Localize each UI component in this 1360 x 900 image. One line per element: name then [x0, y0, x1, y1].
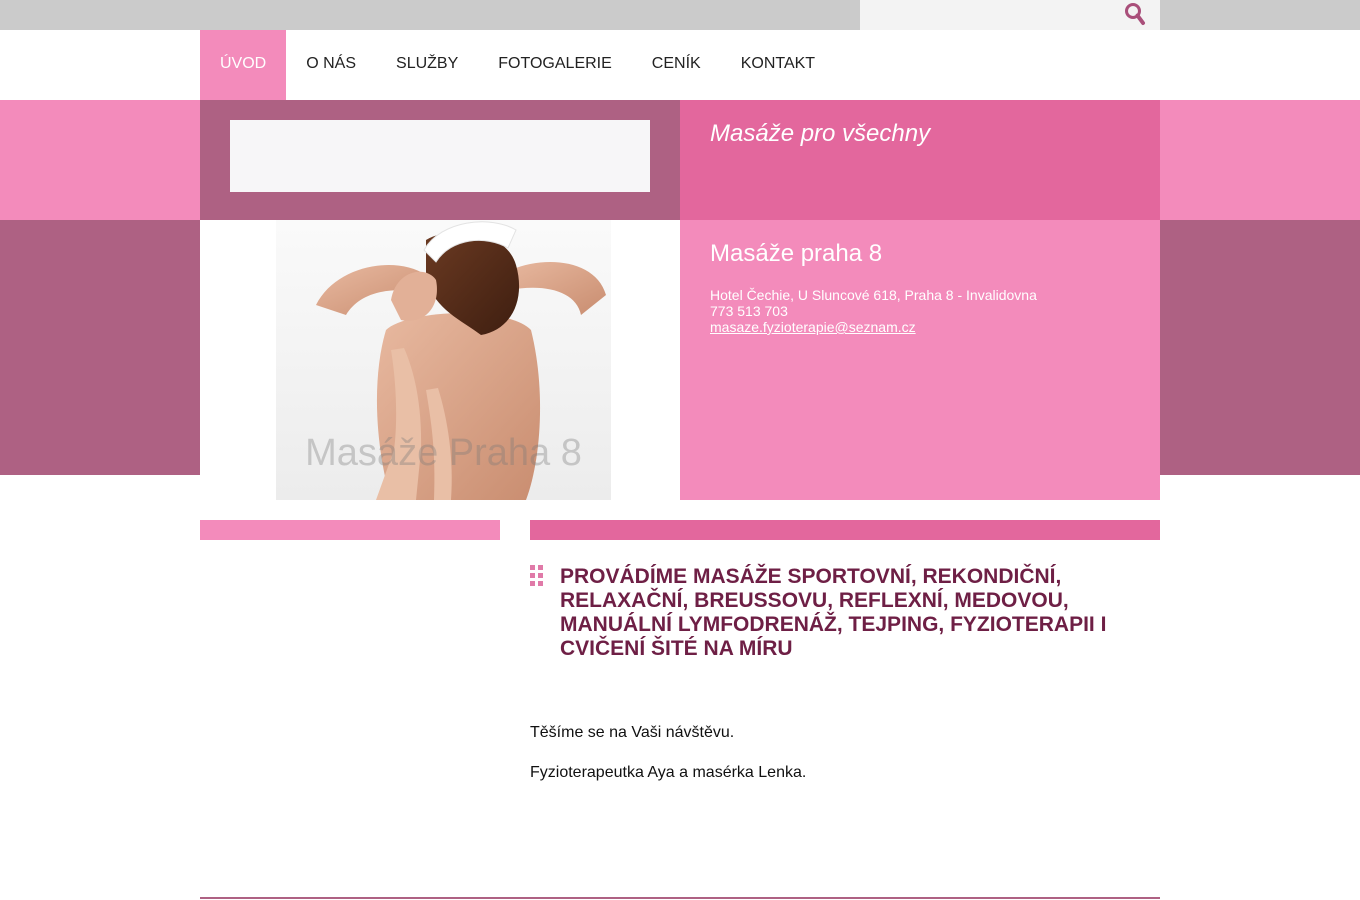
- search-icon: [1125, 3, 1145, 25]
- dots-grid-icon: [530, 565, 544, 587]
- sidebar-bar: [200, 520, 500, 540]
- nav-item-kontakt[interactable]: KONTAKT: [721, 30, 835, 100]
- page: ÚVOD O NÁS SLUŽBY FOTOGALERIE CENÍK KONT…: [0, 0, 1360, 900]
- contact-title: Masáže praha 8: [710, 240, 883, 267]
- contact-phone: 773 513 703: [710, 303, 788, 319]
- contact-email-link[interactable]: masaze.fyzioterapie@seznam.cz: [710, 319, 916, 335]
- slogan: Masáže pro všechny: [710, 120, 931, 147]
- footer-divider: [200, 897, 1160, 899]
- search-input[interactable]: [860, 0, 1120, 30]
- nav-item-sluzby[interactable]: SLUŽBY: [376, 30, 478, 100]
- main-heading: PROVÁDÍME MASÁŽE SPORTOVNÍ, REKONDIČNÍ, …: [560, 565, 1107, 660]
- nav-item-uvod[interactable]: ÚVOD: [200, 30, 287, 100]
- decor-band-mid-right: [1160, 220, 1360, 475]
- contact-block: Masáže praha 8 Hotel Čechie, U Sluncové …: [680, 220, 1160, 500]
- contact-details: Hotel Čechie, U Sluncové 618, Praha 8 - …: [710, 287, 1037, 335]
- logo-area[interactable]: [230, 120, 650, 192]
- top-bar: [0, 0, 1360, 30]
- welcome-text: Těšíme se na Vaši návštěvu.: [530, 724, 735, 741]
- search-box: [860, 0, 1160, 30]
- massage-photo: Masáže Praha 8: [276, 220, 611, 500]
- signature-text: Fyzioterapeutka Aya a masérka Lenka.: [530, 764, 807, 781]
- logo-block: [200, 100, 680, 220]
- nav-item-cenik[interactable]: CENÍK: [632, 30, 721, 100]
- search-button[interactable]: [1122, 2, 1148, 28]
- decor-band-mid-left: [0, 220, 200, 475]
- decor-band-top-left: [0, 100, 200, 220]
- content-bar: [530, 520, 1160, 540]
- nav-item-o-nas[interactable]: O NÁS: [286, 30, 376, 100]
- nav-item-fotogalerie[interactable]: FOTOGALERIE: [478, 30, 632, 100]
- contact-address: Hotel Čechie, U Sluncové 618, Praha 8 - …: [710, 287, 1037, 303]
- photo-watermark: Masáže Praha 8: [305, 432, 582, 474]
- decor-band-top-right: [1160, 100, 1360, 220]
- slogan-block: Masáže pro všechny: [680, 100, 1160, 220]
- main-nav: ÚVOD O NÁS SLUŽBY FOTOGALERIE CENÍK KONT…: [200, 30, 835, 100]
